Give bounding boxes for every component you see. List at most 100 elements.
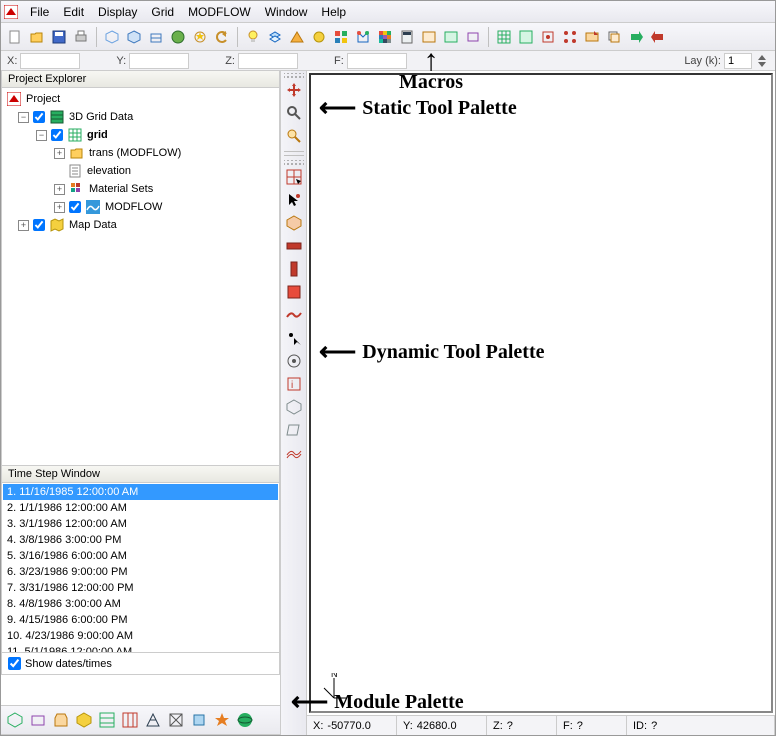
show-dates-checkbox[interactable] <box>8 657 21 670</box>
tree-map-data[interactable]: + Map Data <box>4 216 279 234</box>
3d-cube-icon[interactable] <box>124 27 144 47</box>
coord-f-input[interactable] <box>347 53 407 69</box>
poly-cube-icon[interactable] <box>146 27 166 47</box>
zoom-icon[interactable] <box>284 103 304 123</box>
mod-prism-icon[interactable] <box>51 710 71 730</box>
coord-lay-input[interactable] <box>724 53 752 69</box>
tree-twisty[interactable]: + <box>54 148 65 159</box>
pyramid-icon[interactable] <box>287 27 307 47</box>
calc-icon[interactable] <box>397 27 417 47</box>
tree-3d-grid-data[interactable]: − 3D Grid Data <box>4 108 279 126</box>
list-item[interactable]: 11. 5/1/1986 12:00:00 AM <box>3 644 278 653</box>
globe-small-icon[interactable] <box>235 710 255 730</box>
zoom-extent-icon[interactable] <box>284 126 304 146</box>
globe-icon[interactable] <box>168 27 188 47</box>
arrow-right-icon[interactable] <box>626 27 646 47</box>
new-file-icon[interactable] <box>5 27 25 47</box>
yellow-lamp-icon[interactable] <box>309 27 329 47</box>
layer-edit-icon[interactable] <box>582 27 602 47</box>
project-explorer[interactable]: Project − 3D Grid Data − grid <box>1 88 280 466</box>
open-folder-icon[interactable] <box>27 27 47 47</box>
pointer-icon[interactable] <box>284 190 304 210</box>
mod-box-icon[interactable] <box>28 710 48 730</box>
edge-icon[interactable] <box>538 27 558 47</box>
color-grid-icon[interactable] <box>375 27 395 47</box>
column-icon[interactable] <box>284 259 304 279</box>
arrow-left-icon[interactable] <box>648 27 668 47</box>
sheet-icon[interactable] <box>284 305 304 325</box>
tree-checkbox[interactable] <box>33 219 45 231</box>
mod-star-icon[interactable] <box>212 710 232 730</box>
menu-modflow[interactable]: MODFLOW <box>181 2 258 22</box>
cell-icon[interactable] <box>284 213 304 233</box>
tree-checkbox[interactable] <box>51 129 63 141</box>
tree-twisty[interactable]: + <box>18 220 29 231</box>
tree-checkbox[interactable] <box>69 201 81 213</box>
mod-mesh-icon[interactable] <box>143 710 163 730</box>
grid-cells-icon[interactable] <box>516 27 536 47</box>
print-icon[interactable] <box>71 27 91 47</box>
coord-z-input[interactable] <box>238 53 298 69</box>
tree-elevation[interactable]: elevation <box>4 162 279 180</box>
block-icon[interactable] <box>284 282 304 302</box>
tree-twisty[interactable]: − <box>18 112 29 123</box>
list-item[interactable]: 3. 3/1/1986 12:00:00 AM <box>3 516 278 532</box>
node-icon[interactable] <box>560 27 580 47</box>
mod-grid-b-icon[interactable] <box>120 710 140 730</box>
lightbulb-icon[interactable] <box>243 27 263 47</box>
mod-grid-a-icon[interactable] <box>97 710 117 730</box>
list-item[interactable]: 7. 3/31/1986 12:00:00 PM <box>3 580 278 596</box>
coord-x-input[interactable] <box>20 53 80 69</box>
list-item[interactable]: 1. 11/16/1985 12:00:00 AM <box>3 484 278 500</box>
tree-twisty[interactable]: + <box>54 202 65 213</box>
tree-twisty[interactable]: − <box>36 130 47 141</box>
mod-yellow-icon[interactable] <box>74 710 94 730</box>
dot-icon[interactable] <box>284 328 304 348</box>
coord-y-input[interactable] <box>129 53 189 69</box>
menu-help[interactable]: Help <box>314 2 353 22</box>
mod-cube-icon[interactable] <box>189 710 209 730</box>
tree-modflow[interactable]: + MODFLOW <box>4 198 279 216</box>
list-item[interactable]: 8. 4/8/1986 3:00:00 AM <box>3 596 278 612</box>
node-select-icon[interactable] <box>284 351 304 371</box>
mesh-icon[interactable] <box>284 443 304 463</box>
menu-window[interactable]: Window <box>258 2 315 22</box>
list-item[interactable]: 5. 3/16/1986 6:00:00 AM <box>3 548 278 564</box>
select-grid-icon[interactable] <box>284 167 304 187</box>
time-step-list[interactable]: 1. 11/16/1985 12:00:00 AM2. 1/1/1986 12:… <box>1 483 280 653</box>
menu-display[interactable]: Display <box>91 2 144 22</box>
list-item[interactable]: 9. 4/15/1986 6:00:00 PM <box>3 612 278 628</box>
tree-twisty[interactable]: + <box>54 184 65 195</box>
list-item[interactable]: 2. 1/1/1986 12:00:00 AM <box>3 500 278 516</box>
tree-trans[interactable]: + trans (MODFLOW) <box>4 144 279 162</box>
menu-file[interactable]: File <box>23 2 56 22</box>
list-item[interactable]: 6. 3/23/1986 9:00:00 PM <box>3 564 278 580</box>
save-icon[interactable] <box>49 27 69 47</box>
shear-icon[interactable] <box>284 420 304 440</box>
cube-tool-icon[interactable] <box>284 397 304 417</box>
row-icon[interactable] <box>284 236 304 256</box>
cube-icon[interactable] <box>102 27 122 47</box>
undo-icon[interactable] <box>212 27 232 47</box>
star-refresh-icon[interactable] <box>190 27 210 47</box>
i-tool-icon[interactable]: i <box>284 374 304 394</box>
tree-material-sets[interactable]: + Material Sets <box>4 180 279 198</box>
tree-checkbox[interactable] <box>33 111 45 123</box>
lay-spinner[interactable] <box>755 53 769 69</box>
color-blocks-icon[interactable] <box>331 27 351 47</box>
macros-icon[interactable] <box>353 27 373 47</box>
viewport[interactable]: N <box>309 73 773 713</box>
mod-3d-icon[interactable] <box>5 710 25 730</box>
list-item[interactable]: 4. 3/8/1986 3:00:00 PM <box>3 532 278 548</box>
list-item[interactable]: 10. 4/23/1986 9:00:00 AM <box>3 628 278 644</box>
mod-net-icon[interactable] <box>166 710 186 730</box>
grid-green-icon[interactable] <box>494 27 514 47</box>
layers-icon[interactable] <box>265 27 285 47</box>
layer-copy-icon[interactable] <box>604 27 624 47</box>
tree-root[interactable]: Project <box>4 90 279 108</box>
rect-opts-icon[interactable] <box>463 27 483 47</box>
tree-grid[interactable]: − grid <box>4 126 279 144</box>
menu-edit[interactable]: Edit <box>56 2 91 22</box>
options-icon[interactable] <box>419 27 439 47</box>
box-options-icon[interactable] <box>441 27 461 47</box>
